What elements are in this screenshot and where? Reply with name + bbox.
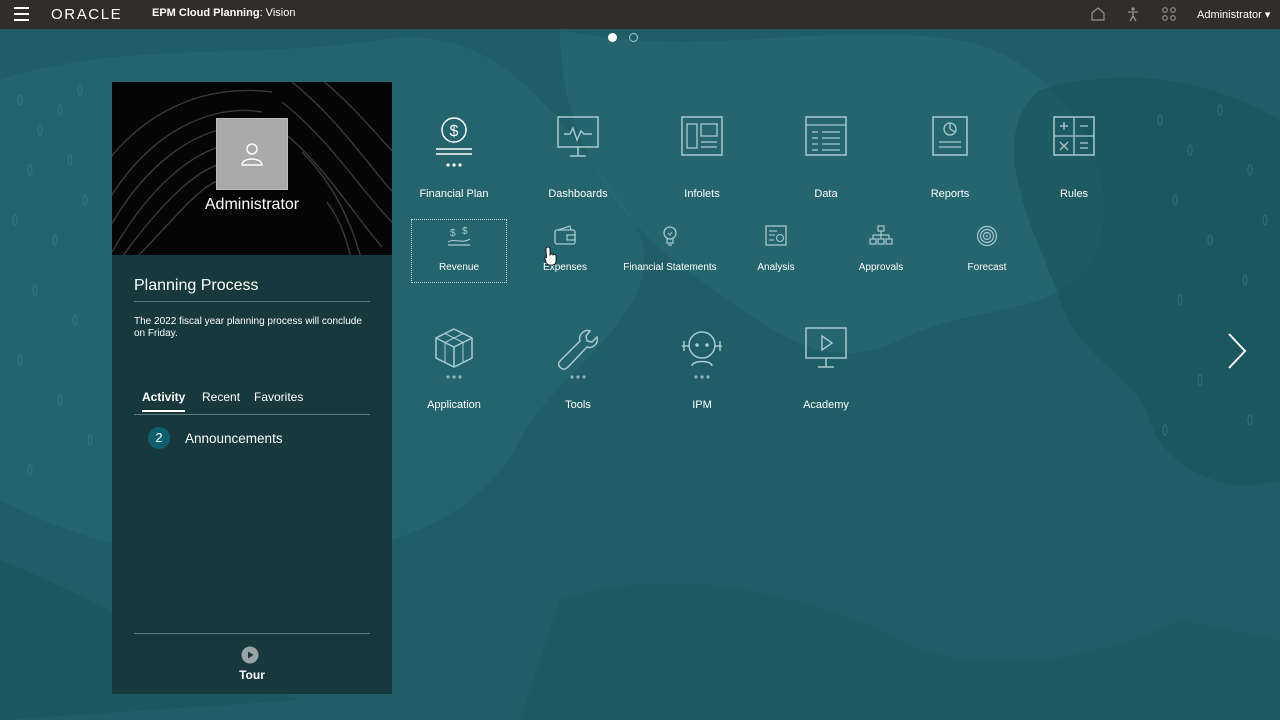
lightbulb-icon (663, 226, 677, 246)
avatar[interactable] (216, 118, 288, 190)
card-data[interactable]: Data (776, 116, 876, 202)
page-dot-2[interactable] (629, 33, 638, 42)
svg-text:$: $ (450, 228, 456, 239)
app-title-app: : Vision (259, 7, 296, 19)
accessibility-icon[interactable] (1125, 6, 1141, 22)
card-label: Academy (803, 399, 849, 411)
divider (134, 301, 370, 302)
card-label: Data (814, 188, 838, 200)
card-label: Forecast (967, 262, 1007, 273)
user-menu[interactable]: Administrator ▾ (1197, 8, 1270, 21)
card-label: Analysis (757, 262, 795, 273)
planning-process-title: Planning Process (134, 277, 259, 294)
username: Administrator (204, 196, 300, 213)
divider (134, 633, 370, 634)
oracle-logo: ORACLE (51, 6, 123, 23)
card-financial-plan[interactable]: $ Financial Plan (404, 116, 504, 202)
analysis-icon (765, 225, 787, 246)
calculator-icon (1053, 116, 1095, 156)
robot-icon (682, 331, 722, 379)
svg-text:$: $ (450, 123, 459, 140)
announcements-count-badge: 2 (148, 427, 170, 449)
card-label: Approvals (858, 262, 904, 273)
card-forecast[interactable]: Forecast (940, 225, 1034, 283)
revenue-icon: $ $ (447, 226, 471, 246)
target-icon (976, 225, 998, 247)
page-dot-1[interactable] (608, 33, 617, 42)
card-label: Dashboards (548, 188, 608, 200)
announcements-link[interactable]: Announcements (185, 431, 283, 446)
hierarchy-icon (869, 225, 893, 245)
cube-icon (435, 328, 473, 379)
wrench-icon (557, 329, 599, 379)
activity-tabs: Activity Recent Favorites (134, 390, 370, 415)
report-icon (932, 116, 968, 156)
play-icon[interactable] (241, 646, 259, 664)
card-expenses[interactable]: Expenses (518, 225, 612, 283)
card-label: Financial Plan (419, 188, 489, 200)
tour-button[interactable]: Tour (112, 668, 392, 682)
card-label: Revenue (438, 262, 480, 273)
wallet-icon (554, 225, 576, 245)
app-title: EPM Cloud Planning: Vision (152, 7, 295, 19)
card-reports[interactable]: Reports (900, 116, 1000, 202)
data-grid-icon (805, 116, 847, 156)
tab-favorites[interactable]: Favorites (254, 390, 303, 410)
card-label: Tools (565, 399, 591, 411)
card-rules[interactable]: Rules (1024, 116, 1124, 202)
card-tools[interactable]: Tools (528, 327, 628, 413)
svg-text:$: $ (462, 226, 468, 237)
card-revenue[interactable]: $ $ Revenue (412, 225, 506, 283)
card-label: IPM (692, 399, 712, 411)
card-dashboards[interactable]: Dashboards (528, 116, 628, 202)
mouse-cursor-icon (544, 246, 557, 266)
tab-activity[interactable]: Activity (142, 390, 186, 412)
card-label: Infolets (684, 188, 720, 200)
planning-process-message: The 2022 fiscal year planning process wi… (134, 316, 362, 339)
card-financial-statements[interactable]: Financial Statements (620, 225, 720, 283)
card-infolets[interactable]: Infolets (652, 116, 752, 202)
card-label: Financial Statements (623, 262, 717, 273)
hamburger-menu-icon[interactable] (14, 7, 29, 21)
card-label: Rules (1059, 188, 1089, 200)
monitor-pulse-icon (557, 116, 599, 157)
card-academy[interactable]: Academy (776, 327, 876, 413)
card-ipm[interactable]: IPM (652, 327, 752, 413)
chevron-right-icon[interactable] (1226, 332, 1248, 370)
card-analysis[interactable]: Analysis (729, 225, 823, 283)
tab-recent[interactable]: Recent (202, 390, 240, 410)
card-label: Reports (930, 188, 970, 200)
profile-banner: Administrator (112, 82, 392, 255)
home-icon[interactable] (1090, 6, 1106, 22)
card-label: Expenses (543, 262, 587, 273)
card-label: Application (427, 399, 481, 411)
infolets-icon (681, 116, 723, 156)
navigator-icon[interactable] (1161, 6, 1177, 22)
card-application[interactable]: Application (404, 327, 504, 413)
dollar-icon: $ (436, 117, 472, 167)
app-title-product: EPM Cloud Planning (152, 7, 260, 19)
top-bar: ORACLE EPM Cloud Planning: Vision Admini… (0, 0, 1280, 29)
card-approvals[interactable]: Approvals (834, 225, 928, 283)
play-screen-icon (805, 327, 847, 368)
springboard-panel: Administrator Planning Process The 2022 … (112, 82, 392, 694)
user-icon (241, 143, 263, 166)
